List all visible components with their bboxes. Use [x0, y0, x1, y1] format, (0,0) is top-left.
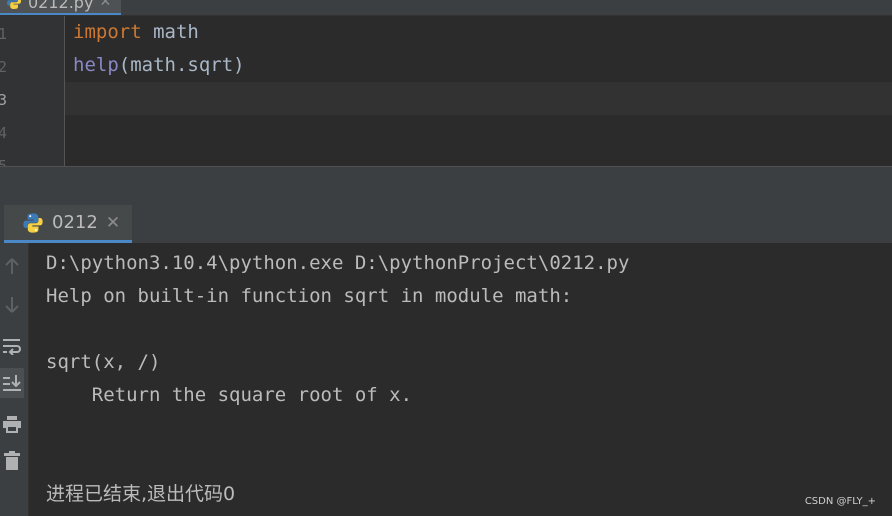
code-editor[interactable]: 1 2 3 4 5 import math help(math.sqrt) — [0, 16, 892, 166]
console-text: D:\python3.10.4\python.exe D:\pythonProj… — [46, 247, 629, 511]
arrow-down-icon — [5, 297, 19, 313]
code-line: help(math.sqrt) — [73, 49, 245, 82]
arrow-up-icon — [5, 258, 19, 274]
rerun-down-button[interactable] — [0, 290, 24, 320]
close-icon[interactable]: ✕ — [106, 213, 120, 233]
panel-splitter[interactable] — [0, 166, 892, 206]
line-number-gutter: 1 2 3 4 5 — [0, 16, 65, 166]
keyword-token: import — [73, 21, 142, 43]
run-tab-bar: 0212 ✕ — [0, 205, 892, 243]
run-toolbar — [0, 243, 29, 516]
soft-wrap-icon — [3, 339, 21, 355]
line-number: 1 — [0, 25, 8, 43]
code-area[interactable]: import math help(math.sqrt) — [73, 16, 245, 82]
editor-tab-bar: 0212.py ✕ — [0, 0, 892, 16]
console-line: Help on built-in function sqrt in module… — [46, 285, 573, 307]
watermark: CSDN @FLY_+ — [804, 496, 876, 507]
current-line-highlight — [65, 82, 892, 115]
line-number: 3 — [0, 91, 8, 109]
close-icon[interactable]: ✕ — [99, 0, 111, 10]
editor-tab-0212-py[interactable]: 0212.py ✕ — [0, 0, 122, 15]
run-tab-0212[interactable]: 0212 ✕ — [4, 205, 132, 243]
python-icon — [7, 0, 21, 9]
line-number: 4 — [0, 124, 8, 142]
editor-tab-label: 0212.py — [28, 0, 94, 12]
print-button[interactable] — [0, 409, 24, 439]
scroll-to-end-icon — [3, 375, 21, 391]
print-icon — [3, 416, 21, 433]
rerun-up-button[interactable] — [0, 251, 24, 281]
python-icon — [23, 212, 43, 233]
builtin-token: help — [73, 54, 119, 76]
process-exit-message: 进程已结束,退出代码0 — [46, 483, 236, 505]
clear-all-button[interactable] — [0, 446, 24, 476]
console-line: D:\python3.10.4\python.exe D:\pythonProj… — [46, 252, 630, 274]
console-output[interactable]: D:\python3.10.4\python.exe D:\pythonProj… — [29, 243, 892, 516]
code-token: math — [141, 21, 199, 43]
console-line: sqrt(x, /) — [46, 351, 161, 373]
line-number: 5 — [0, 157, 8, 166]
code-line: import math — [73, 16, 245, 49]
console-line: Return the square root of x. — [46, 384, 413, 406]
scroll-to-end-button[interactable] — [0, 368, 24, 398]
line-number: 2 — [0, 58, 8, 76]
trash-icon — [4, 451, 20, 470]
soft-wrap-button[interactable] — [0, 331, 24, 361]
code-token: (math.sqrt) — [118, 54, 245, 76]
run-tab-label: 0212 — [52, 212, 98, 233]
